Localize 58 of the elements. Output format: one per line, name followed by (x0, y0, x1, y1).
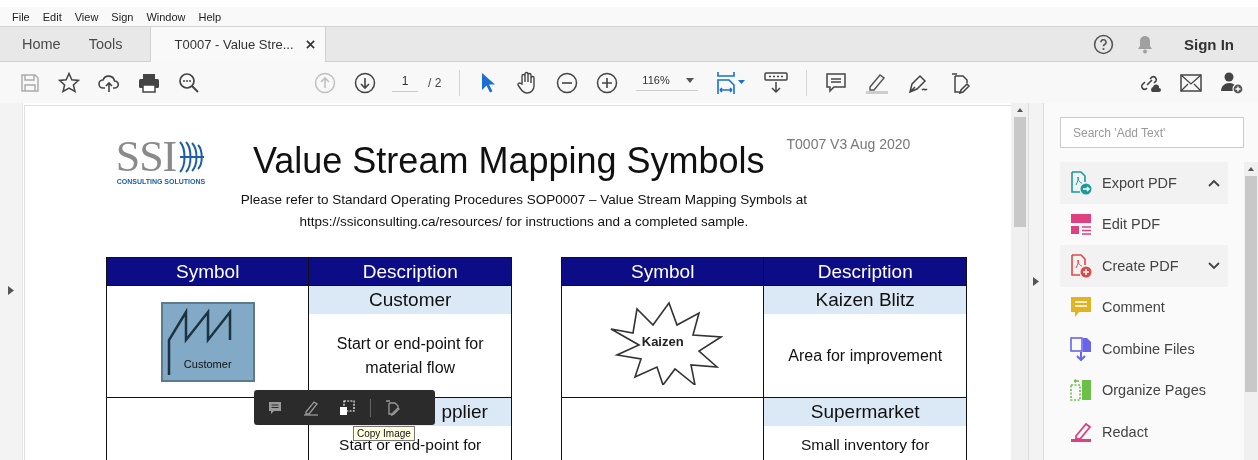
star-icon[interactable] (58, 71, 80, 94)
tool-item[interactable]: Create PDF (1060, 245, 1228, 287)
menu-item[interactable]: Sign (111, 10, 134, 23)
symbol-name: Kaizen Blitz (815, 289, 915, 311)
tool-item[interactable]: Combine Files (1060, 328, 1228, 370)
menu-item[interactable]: Edit (42, 10, 62, 23)
search-icon[interactable] (178, 71, 200, 94)
zoom-dropdown[interactable]: 116% (636, 74, 699, 91)
menu-item[interactable]: Help (198, 10, 222, 23)
column-header: Description (763, 258, 966, 285)
symbol-name: pplier (441, 401, 488, 423)
close-icon[interactable] (305, 40, 315, 49)
symbol-description: Start or end-point for material flow (335, 333, 485, 378)
tool-item[interactable]: Redact (1060, 411, 1228, 453)
caret-icon[interactable] (686, 77, 695, 83)
document-title: Value Stream Mapping Symbols (252, 140, 765, 182)
symbol-name: Supermarket (810, 401, 920, 423)
next-page-icon[interactable] (354, 71, 376, 94)
document-tab-label: T0007 - Value Stre... (174, 37, 294, 52)
tool-item[interactable]: Edit PDF (1060, 203, 1228, 245)
expand-panel-icon[interactable] (7, 286, 14, 295)
document-tab[interactable]: T0007 - Value Stre... (149, 27, 326, 62)
page-count: / 2 (428, 75, 442, 90)
intro-paragraph: Please refer to Standard Operating Procedures SOP0007 – Value Stream Mapping Symbols at https://ssiconsulting.ca/resources/ for instructions and a completed sample. (239, 191, 809, 231)
comment-icon[interactable] (825, 71, 848, 94)
symbol-description: Area for improvement (788, 345, 943, 366)
help-icon[interactable] (1093, 33, 1114, 55)
menu-item[interactable]: View (74, 10, 99, 23)
tool-item[interactable]: Export PDF (1060, 162, 1228, 204)
print-icon[interactable] (138, 71, 160, 94)
fit-page-icon[interactable] (716, 70, 747, 95)
sign-in-link[interactable]: Sign In (1184, 35, 1234, 53)
symbol-name: Customer (369, 289, 452, 311)
chevron-up-icon[interactable] (1208, 178, 1220, 187)
column-header: Symbol (630, 259, 696, 284)
column-header: Symbol (175, 259, 241, 284)
symbol-description: Small inventory for (801, 436, 930, 453)
tool-item[interactable]: Comment (1060, 286, 1228, 328)
scroll-mode-icon[interactable] (764, 71, 789, 94)
search-field[interactable]: Search 'Add Text' (1060, 117, 1244, 148)
version-label: T0007 V3 Aug 2020 (786, 136, 911, 152)
factory-symbol-drawing: Customer (160, 301, 255, 382)
add-user-icon[interactable] (1220, 70, 1244, 95)
scrollbar[interactable] (1011, 103, 1029, 460)
menu-item[interactable]: File (12, 10, 30, 23)
highlighter-icon[interactable] (865, 71, 890, 94)
chevron-down-icon[interactable] (1208, 261, 1220, 270)
expand-panel-icon[interactable] (1033, 277, 1039, 286)
tool-item[interactable]: Organize Pages (1060, 369, 1228, 411)
zoom-in-icon[interactable] (596, 71, 619, 94)
menu-item[interactable]: Window (146, 10, 186, 23)
zoom-out-icon[interactable] (556, 71, 579, 94)
scrollbar[interactable] (1244, 162, 1258, 460)
page-number-field[interactable]: 1 (392, 73, 418, 92)
nav-tab[interactable]: Tools (74, 27, 137, 61)
mail-icon[interactable] (1180, 73, 1202, 92)
column-header: Description (308, 258, 511, 285)
nav-tab[interactable]: Home (8, 27, 75, 61)
